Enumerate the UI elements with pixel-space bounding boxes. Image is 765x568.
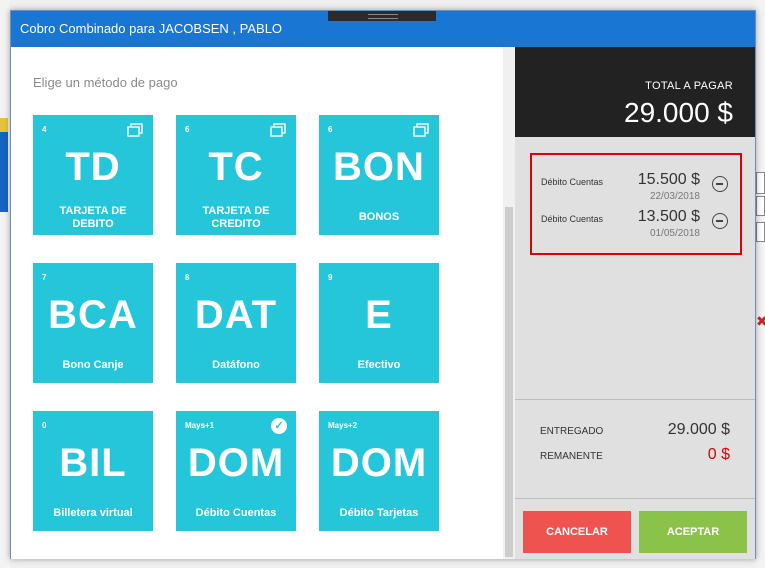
tile-tarjeta-credito[interactable]: 6 TC TARJETA DE CREDITO xyxy=(176,115,296,235)
payment-date: 22/03/2018 xyxy=(649,191,700,202)
tile-label: Datáfono xyxy=(212,359,260,371)
tile-code: TC xyxy=(208,145,264,189)
drag-handle[interactable] xyxy=(328,11,436,21)
background-app-yellow-strip xyxy=(0,118,8,132)
total-value: 29.000 $ xyxy=(624,97,733,128)
tile-label: Débito Tarjetas xyxy=(339,507,419,519)
total-box: TOTAL A PAGAR 29.000 $ xyxy=(515,47,755,137)
tile-bono-canje[interactable]: 7 BCA Bono Canje xyxy=(33,263,153,383)
payment-amount: 13.500 $ xyxy=(637,208,700,225)
remaining-value: 0 $ xyxy=(707,446,730,463)
tile-code: DAT xyxy=(194,293,278,337)
payment-methods-subtitle: Elige un método de pago xyxy=(33,75,178,90)
tile-label: Billetera virtual xyxy=(53,507,133,519)
delivered-label: ENTREGADO xyxy=(540,426,604,437)
tile-billetera-virtual[interactable]: 0 BIL Billetera virtual xyxy=(33,411,153,531)
payment-summary-panel: TOTAL A PAGAR 29.000 $ Débito Cuentas 15… xyxy=(515,47,755,559)
combined-payment-dialog: Cobro Combinado para JACOBSEN , PABLO El… xyxy=(10,10,756,559)
payment-method: Débito Cuentas xyxy=(541,177,604,187)
payment-methods-panel: Elige un método de pago 4 TD TARJETA DE … xyxy=(11,47,515,559)
tile-debito-tarjetas[interactable]: Mays+2 DOM Débito Tarjetas xyxy=(319,411,439,531)
tile-tarjeta-debito[interactable]: 4 TD TARJETA DE DEBITO xyxy=(33,115,153,235)
tile-shortcut-key: 6 xyxy=(328,125,333,134)
delivered-value: 29.000 $ xyxy=(667,421,730,438)
tile-shortcut-key: 6 xyxy=(185,125,190,134)
background-dropdown xyxy=(756,172,765,194)
payment-amount: 15.500 $ xyxy=(637,171,700,188)
tile-code: TD xyxy=(65,145,121,189)
remove-payment-icon[interactable] xyxy=(712,176,728,192)
tile-code: BCA xyxy=(48,293,138,337)
payment-date: 01/05/2018 xyxy=(649,228,700,239)
payments-list: Débito Cuentas 15.500 $ 22/03/2018 Débit… xyxy=(530,153,742,255)
background-dropdown xyxy=(756,196,765,216)
tile-debito-cuentas[interactable]: Mays+1 ✓ DOM Débito Cuentas xyxy=(176,411,296,531)
accept-button[interactable]: ACEPTAR xyxy=(639,511,747,553)
cancel-button[interactable]: CANCELAR xyxy=(523,511,631,553)
divider xyxy=(515,399,755,400)
tile-code: BON xyxy=(333,145,425,189)
tile-efectivo[interactable]: 9 E Efectivo xyxy=(319,263,439,383)
tile-shortcut-key: 8 xyxy=(185,273,190,282)
tile-label: TARJETA DE CREDITO xyxy=(202,205,270,230)
tile-shortcut-key: 0 xyxy=(42,421,47,430)
payment-row: Débito Cuentas 13.500 $ 01/05/2018 xyxy=(532,206,740,244)
vertical-scrollbar[interactable] xyxy=(503,47,515,559)
tile-label: TARJETA DE DEBITO xyxy=(59,205,127,230)
tile-code: BIL xyxy=(59,441,127,485)
remaining-label: REMANENTE xyxy=(540,451,603,462)
background-dropdown xyxy=(756,222,765,242)
background-app-left xyxy=(0,0,10,568)
check-icon: ✓ xyxy=(271,418,287,434)
tile-bonos[interactable]: 6 BON BONOS xyxy=(319,115,439,235)
tile-code: DOM xyxy=(187,441,285,485)
background-app-right xyxy=(756,0,765,568)
tile-code: DOM xyxy=(330,441,428,485)
total-label: TOTAL A PAGAR xyxy=(645,80,733,92)
duplicate-icon xyxy=(270,123,286,137)
remove-payment-icon[interactable] xyxy=(712,213,728,229)
background-close-icon: ✖ xyxy=(756,314,765,330)
tile-shortcut-key: 4 xyxy=(42,125,47,134)
duplicate-icon xyxy=(413,123,429,137)
tile-shortcut-key: 7 xyxy=(42,273,47,282)
divider xyxy=(515,498,755,499)
tile-shortcut-key: 9 xyxy=(328,273,333,282)
background-app-blue-strip xyxy=(0,132,8,212)
tile-code: E xyxy=(365,293,393,337)
tile-label: Débito Cuentas xyxy=(195,507,277,519)
payment-method: Débito Cuentas xyxy=(541,214,604,224)
tile-shortcut-key: Mays+1 xyxy=(185,421,215,430)
scrollbar-thumb[interactable] xyxy=(505,207,513,557)
tile-label: BONOS xyxy=(358,211,400,223)
payment-row: Débito Cuentas 15.500 $ 22/03/2018 xyxy=(532,169,740,207)
tile-label: Efectivo xyxy=(357,359,401,371)
duplicate-icon xyxy=(127,123,143,137)
tile-shortcut-key: Mays+2 xyxy=(328,421,358,430)
tile-datafono[interactable]: 8 DAT Datáfono xyxy=(176,263,296,383)
tile-label: Bono Canje xyxy=(62,359,124,371)
